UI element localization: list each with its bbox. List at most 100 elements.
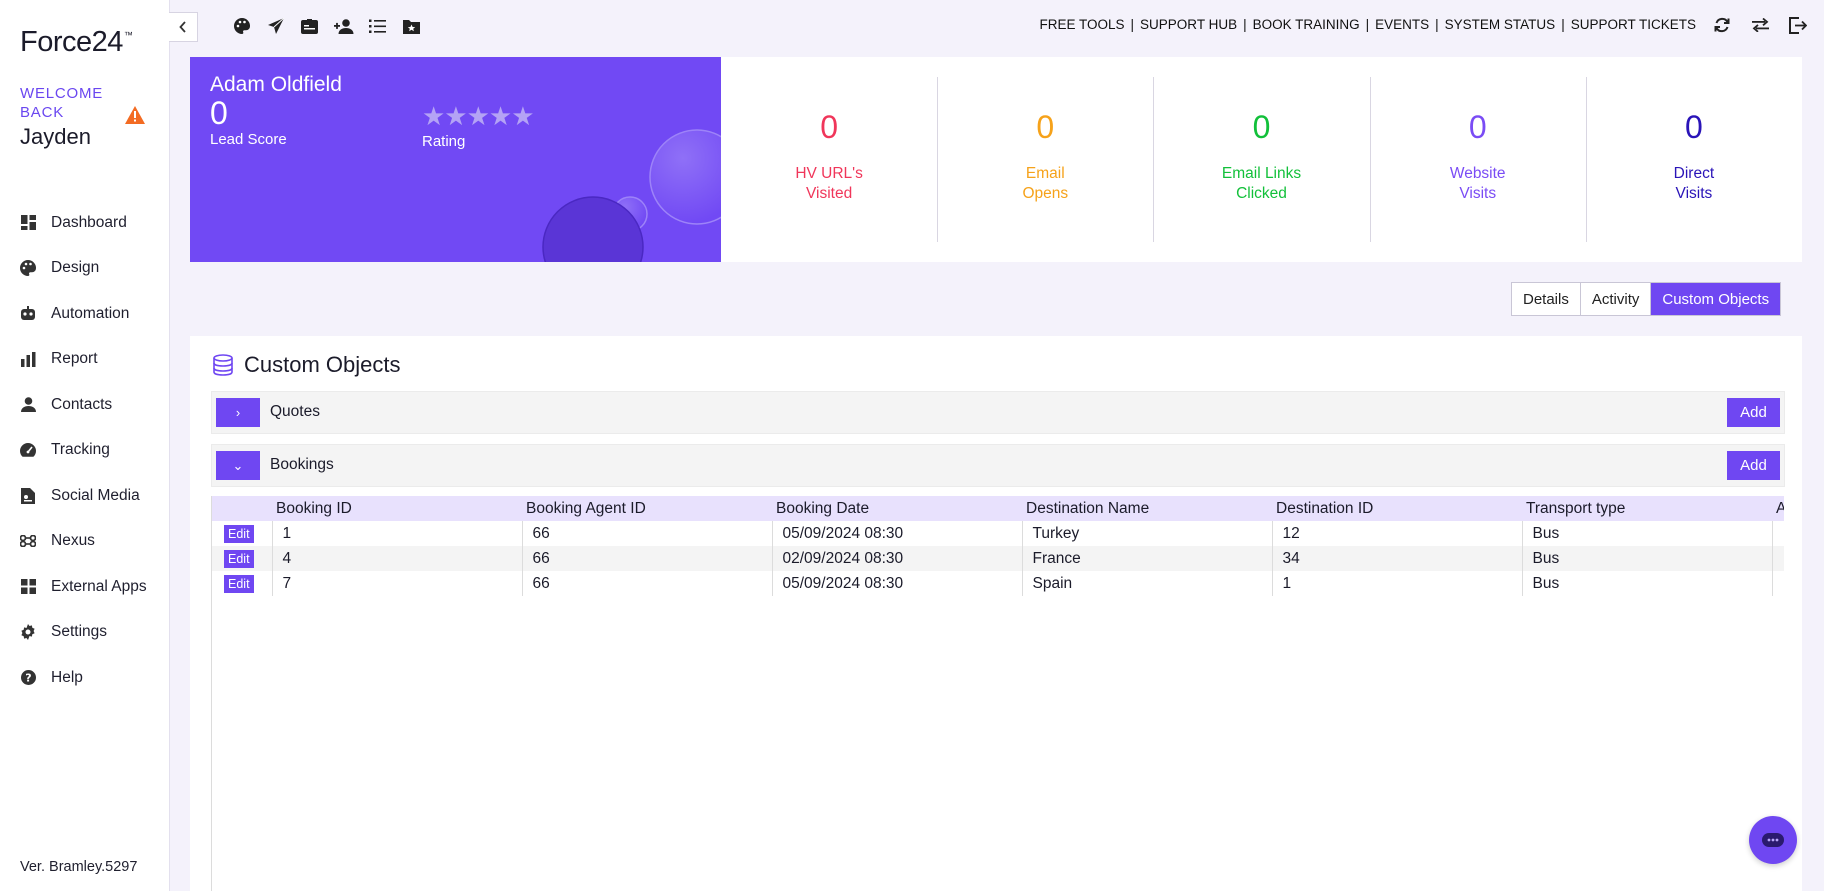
sidebar-item-label: Tracking [51, 441, 110, 459]
stat-value: 0 [820, 109, 838, 145]
numbered-list-icon[interactable] [366, 14, 389, 38]
table-header-row: Booking ID Booking Agent ID Booking Date… [212, 496, 1784, 521]
bar-chart-icon [20, 351, 36, 367]
sidebar-item-label: Design [51, 259, 100, 277]
robot-icon [20, 306, 36, 322]
stat-label: Website [1449, 165, 1506, 182]
sidebar-item-report[interactable]: Report [0, 337, 169, 383]
welcome-text: WELCOME BACK [20, 85, 104, 121]
sidebar-item-tracking[interactable]: Tracking [0, 428, 169, 474]
separator: | [1561, 17, 1565, 32]
chevron-left-icon [179, 21, 186, 33]
sidebar-item-label: Contacts [51, 395, 113, 413]
add-user-icon[interactable] [332, 14, 355, 38]
warning-icon[interactable] [125, 106, 145, 129]
database-icon [212, 354, 234, 376]
stat-label: Visits [1675, 185, 1713, 202]
sidebar-item-label: Settings [51, 623, 108, 641]
stat-label: Visited [805, 185, 853, 202]
link-free-tools[interactable]: FREE TOOLS [1040, 17, 1125, 32]
column-header-actions [212, 496, 272, 521]
link-support-hub[interactable]: SUPPORT HUB [1140, 17, 1237, 32]
chevron-down-icon: ⌄ [232, 457, 244, 473]
chevron-right-icon: › [235, 405, 241, 420]
send-icon[interactable] [264, 14, 287, 38]
sidebar-item-external-apps[interactable]: External Apps [0, 564, 169, 610]
sidebar-item-design[interactable]: Design [0, 246, 169, 292]
stat-label: Visits [1459, 185, 1497, 202]
logo[interactable]: Force24™ [20, 26, 133, 59]
stat-label: Opens [1022, 185, 1069, 202]
sidebar-item-dashboard[interactable]: Dashboard [0, 200, 169, 246]
lead-profile-card: Adam Oldfield 0 Lead Score ★★★★★ Rating [190, 57, 721, 262]
link-events[interactable]: EVENTS [1375, 17, 1429, 32]
tab-custom-objects[interactable]: Custom Objects [1650, 283, 1781, 315]
link-support-tickets[interactable]: SUPPORT TICKETS [1571, 17, 1696, 32]
link-system-status[interactable]: SYSTEM STATUS [1445, 17, 1556, 32]
sidebar-item-settings[interactable]: Settings [0, 610, 169, 656]
svg-text:?: ? [25, 672, 31, 685]
table-cell: Bus [1521, 546, 1772, 571]
stat-hv-urls: 0 HV URL's Visited [721, 57, 937, 262]
sidebar-item-contacts[interactable]: Contacts [0, 382, 169, 428]
chat-button[interactable] [1749, 816, 1797, 864]
sidebar-item-label: Report [51, 350, 98, 368]
sidebar-nav: Dashboard Design Automation Report Conta… [0, 200, 169, 701]
edit-button[interactable]: Edit [224, 574, 254, 593]
sidebar-item-social-media[interactable]: Social Media [0, 473, 169, 519]
tab-activity[interactable]: Activity [1579, 283, 1651, 315]
refresh-icon[interactable] [1710, 13, 1734, 37]
stat-label: Email Links [1221, 165, 1302, 182]
profile-tabs: Details Activity Custom Objects [1511, 282, 1782, 316]
link-book-training[interactable]: BOOK TRAINING [1253, 17, 1360, 32]
table-cell: 66 [521, 546, 772, 571]
expand-quotes-button[interactable]: › [216, 398, 260, 427]
separator: | [1130, 17, 1135, 32]
lead-score-label: Lead Score [210, 131, 287, 148]
column-header: Destination ID [1276, 499, 1374, 517]
stat-value: 0 [1468, 109, 1487, 145]
stat-value: 0 [1036, 109, 1055, 145]
stat-website-visits: 0 Website Visits [1369, 57, 1586, 262]
table-cell: Spain [1021, 571, 1272, 596]
collapse-bookings-button[interactable]: ⌄ [216, 451, 260, 480]
table-cell: 12 [1271, 521, 1522, 546]
rating-stars[interactable]: ★★★★★ [422, 101, 535, 132]
edit-button[interactable]: Edit [224, 524, 254, 543]
apps-grid-icon [20, 579, 36, 595]
palette-icon[interactable] [230, 14, 253, 38]
stat-label: Clicked [1236, 185, 1287, 202]
star-folder-icon[interactable] [400, 14, 423, 38]
add-booking-button[interactable]: Add [1727, 451, 1780, 480]
top-links: FREE TOOLS | SUPPORT HUB | BOOK TRAINING… [1040, 17, 1697, 32]
sidebar-item-label: Social Media [51, 486, 140, 504]
edit-button[interactable]: Edit [224, 549, 254, 568]
collapse-sidebar-button[interactable] [169, 12, 198, 42]
table-cell: Bus [1521, 571, 1772, 596]
sidebar-item-label: Help [51, 668, 83, 686]
tab-details[interactable]: Details [1512, 283, 1580, 315]
table-cell: 02/09/2024 08:30 [771, 546, 1022, 571]
stat-label: HV URL's [795, 165, 863, 182]
add-quote-button[interactable]: Add [1727, 398, 1780, 427]
sidebar-item-automation[interactable]: Automation [0, 291, 169, 337]
table-cell: 66 [521, 521, 772, 546]
contact-card-icon[interactable] [298, 14, 321, 38]
palette-icon [20, 260, 36, 277]
user-name: Jayden [20, 124, 91, 149]
table-cell [1771, 571, 1784, 596]
switch-icon[interactable] [1748, 13, 1772, 37]
table-cell: 7 [271, 571, 522, 596]
logout-icon[interactable] [1786, 13, 1810, 37]
bookings-table-container[interactable]: Booking ID Booking Agent ID Booking Date… [211, 496, 1784, 891]
table-cell [1771, 546, 1784, 571]
stat-direct-visits: 0 Direct Visits [1585, 57, 1802, 262]
gear-icon [20, 624, 36, 641]
table-cell: Bus [1521, 521, 1772, 546]
table-cell: 05/09/2024 08:30 [771, 521, 1022, 546]
version-label: Ver. Bramley.5297 [20, 859, 138, 875]
column-header: Transport type [1526, 499, 1626, 517]
table-cell: 05/09/2024 08:30 [771, 571, 1022, 596]
sidebar-item-nexus[interactable]: Nexus [0, 519, 169, 565]
sidebar-item-help[interactable]: ? Help [0, 655, 169, 701]
